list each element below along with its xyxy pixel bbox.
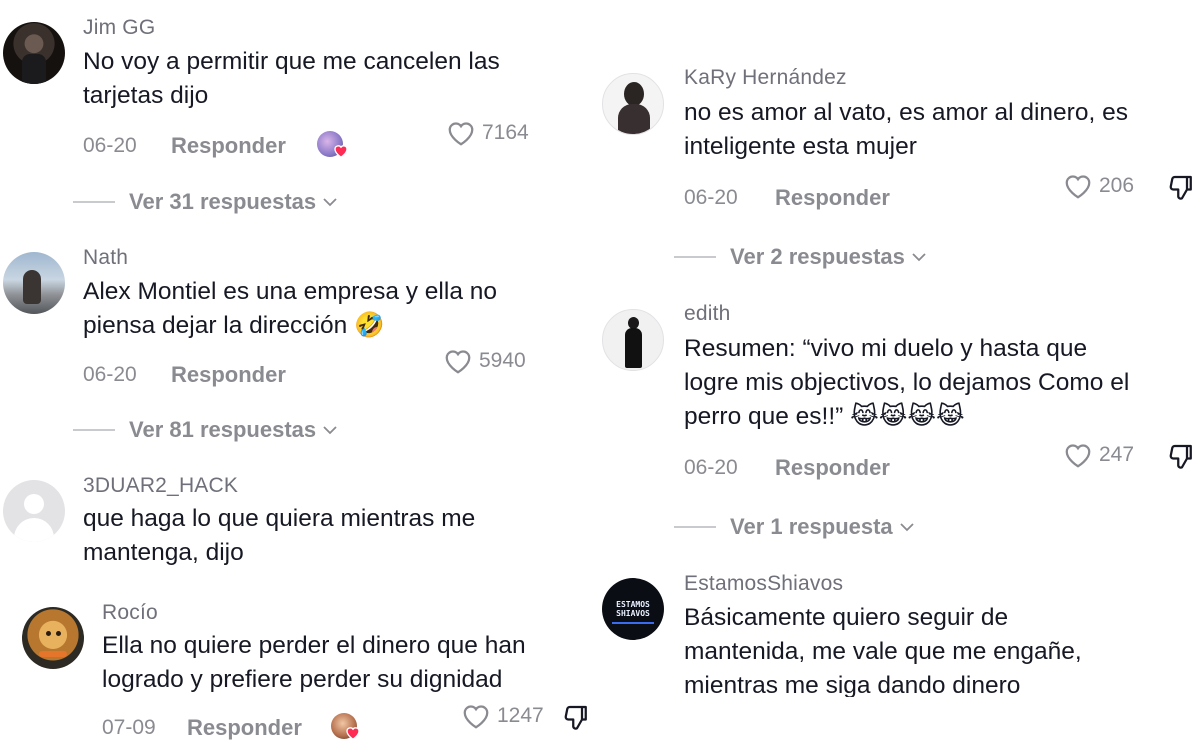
heart-icon	[346, 727, 360, 740]
username[interactable]: Jim GG	[83, 16, 155, 40]
username[interactable]: edith	[684, 302, 731, 326]
like-button[interactable]: 1247	[461, 702, 544, 730]
username[interactable]: KaRy Hernández	[684, 66, 847, 90]
view-replies-label: Ver 1 respuesta	[730, 514, 893, 539]
avatar[interactable]	[3, 22, 65, 84]
comment-date: 06-20	[83, 363, 137, 386]
avatar[interactable]	[602, 73, 664, 135]
comment-text-line: tarjetas dijo	[83, 82, 209, 109]
comment-text-line: Ella no quiere perder el dinero que han	[102, 632, 526, 659]
like-count: 247	[1099, 443, 1135, 466]
comment-text-line: Básicamente quiero seguir de	[684, 604, 1009, 631]
dislike-icon[interactable]	[1167, 441, 1197, 471]
avatar[interactable]	[602, 309, 664, 371]
divider-line	[73, 429, 115, 431]
view-replies-label: Ver 81 respuestas	[129, 417, 317, 442]
creator-liked-badge	[331, 713, 360, 740]
comment-text-line: inteligente esta mujer	[684, 133, 917, 160]
comment-text-line: No voy a permitir que me cancelen las	[83, 48, 500, 75]
view-replies-button[interactable]: Ver 1 respuesta	[674, 514, 914, 540]
dislike-icon[interactable]	[562, 702, 592, 732]
heart-outline-icon	[448, 122, 474, 146]
comment-date: 06-20	[83, 134, 137, 157]
comment-text-line: mantenga, dijo	[83, 539, 244, 566]
like-button[interactable]: 7164	[446, 119, 529, 147]
comment-text-line: logrado y prefiere perder su dignidad	[102, 666, 503, 693]
username[interactable]: Rocío	[102, 601, 158, 625]
comment-date: 06-20	[684, 186, 738, 209]
heart-outline-icon	[1065, 175, 1091, 199]
comment-text-line: perro que es!!” 😹😹😹😹	[684, 403, 965, 430]
comment-text-line: mantenida, me vale que me engañe,	[684, 638, 1082, 665]
chevron-down-icon	[912, 252, 926, 261]
creator-liked-badge	[317, 131, 348, 158]
reply-button[interactable]: Responder	[775, 455, 890, 481]
username[interactable]: EstamosShiavos	[684, 572, 843, 596]
view-replies-button[interactable]: Ver 2 respuestas	[674, 244, 926, 270]
username[interactable]: Nath	[83, 246, 128, 270]
view-replies-label: Ver 2 respuestas	[730, 244, 905, 269]
reply-button[interactable]: Responder	[171, 133, 286, 159]
comment-text-line: logre mis objectivos, lo dejamos Como el	[684, 369, 1130, 396]
divider-line	[674, 256, 716, 258]
comment-text-line: que haga lo que quiera mientras me	[83, 505, 476, 532]
like-count: 206	[1099, 174, 1135, 197]
view-replies-button[interactable]: Ver 81 respuestas	[73, 417, 337, 443]
avatar[interactable]	[22, 607, 84, 669]
heart-outline-icon	[1065, 444, 1091, 468]
comment-text-line: mientras me siga dando dinero	[684, 672, 1021, 697]
avatar[interactable]	[3, 480, 65, 542]
comment-text-line: piensa dejar la dirección 🤣	[83, 312, 385, 339]
heart-outline-icon	[445, 350, 471, 374]
like-button[interactable]: 206	[1063, 172, 1134, 200]
like-button[interactable]: 5940	[443, 347, 526, 375]
chevron-down-icon	[900, 522, 914, 531]
divider-line	[674, 526, 716, 528]
avatar-logo-text: ESTAMOS	[616, 600, 650, 609]
heart-icon	[334, 145, 348, 158]
like-count: 1247	[497, 704, 544, 727]
chevron-down-icon	[323, 197, 337, 206]
like-count: 5940	[479, 349, 526, 372]
reply-button[interactable]: Responder	[775, 185, 890, 211]
like-count: 7164	[482, 121, 529, 144]
divider-line	[73, 201, 115, 203]
avatar[interactable]: ESTAMOS SHIAVOS	[602, 578, 664, 640]
heart-outline-icon	[463, 705, 489, 729]
comment-text-line: no es amor al vato, es amor al dinero, e…	[684, 99, 1128, 126]
reply-button[interactable]: Responder	[187, 715, 302, 741]
avatar[interactable]	[3, 252, 65, 314]
chevron-down-icon	[323, 425, 337, 434]
like-button[interactable]: 247	[1063, 441, 1134, 469]
comment-text-line: Resumen: “vivo mi duelo y hasta que	[684, 335, 1088, 362]
reply-button[interactable]: Responder	[171, 362, 286, 388]
view-replies-button[interactable]: Ver 31 respuestas	[73, 189, 337, 215]
avatar-logo-text: SHIAVOS	[616, 609, 650, 618]
dislike-icon[interactable]	[1167, 172, 1197, 202]
view-replies-label: Ver 31 respuestas	[129, 189, 317, 214]
username[interactable]: 3DUAR2_HACK	[83, 474, 238, 498]
comment-text-line: Alex Montiel es una empresa y ella no	[83, 278, 497, 305]
comment-date: 06-20	[684, 456, 738, 479]
comment-date: 07-09	[102, 716, 156, 739]
